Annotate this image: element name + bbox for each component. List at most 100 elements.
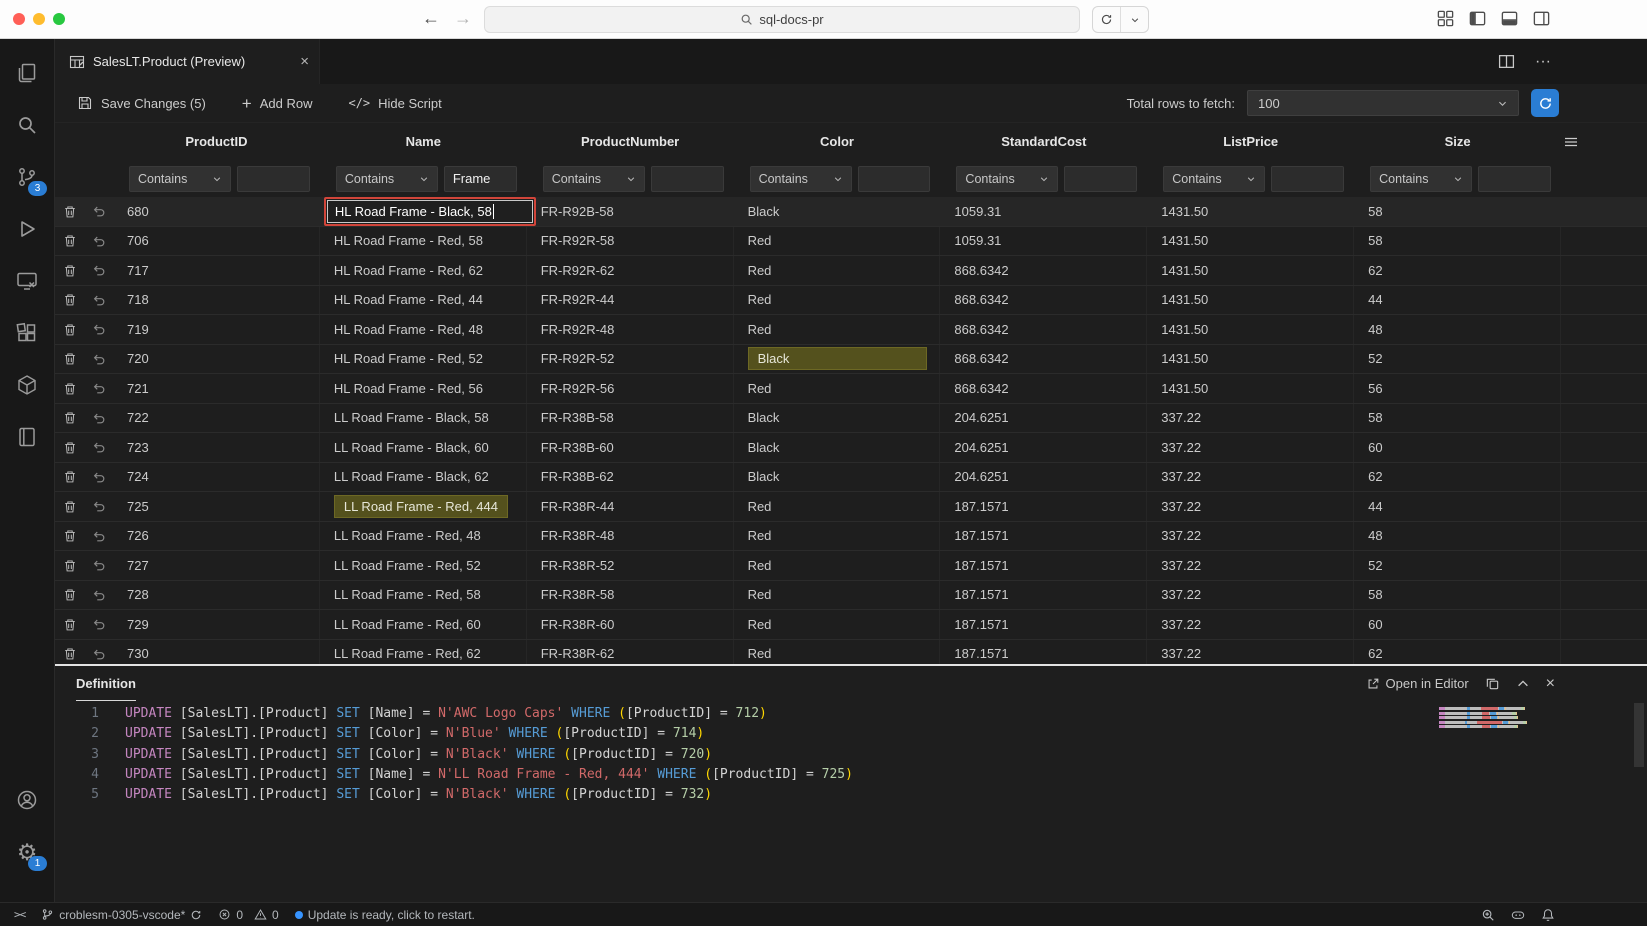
cell-cost[interactable]: 187.1571 xyxy=(940,610,1147,639)
sync-status-icon[interactable] xyxy=(190,909,202,921)
cell-number[interactable]: FR-R92R-44 xyxy=(527,286,734,315)
code-scrollbar[interactable] xyxy=(1634,703,1644,767)
cell-price[interactable]: 337.22 xyxy=(1147,433,1354,462)
delete-row-icon[interactable] xyxy=(55,286,85,315)
cell-size[interactable]: 58 xyxy=(1354,404,1561,433)
column-header-name[interactable]: Name xyxy=(320,123,527,160)
revert-row-icon[interactable] xyxy=(85,551,113,580)
cell-size[interactable]: 60 xyxy=(1354,433,1561,462)
cell-id[interactable]: 720 xyxy=(113,345,320,374)
filter-operator-dropdown[interactable]: Contains xyxy=(1370,166,1472,192)
cell-name[interactable]: LL Road Frame - Black, 60 xyxy=(320,433,527,462)
cell-color[interactable]: Red xyxy=(734,227,941,256)
revert-row-icon[interactable] xyxy=(85,610,113,639)
table-row[interactable]: 722LL Road Frame - Black, 58FR-R38B-58Bl… xyxy=(55,404,1647,434)
run-debug-icon[interactable] xyxy=(0,203,54,255)
cell-color[interactable]: Red xyxy=(734,286,941,315)
cell-id[interactable]: 729 xyxy=(113,610,320,639)
cell-size[interactable]: 62 xyxy=(1354,256,1561,285)
toggle-panel-icon[interactable] xyxy=(1500,9,1519,28)
cell-id[interactable]: 727 xyxy=(113,551,320,580)
copilot-icon[interactable] xyxy=(1510,907,1526,923)
update-ready-indicator[interactable]: Update is ready, click to restart. xyxy=(295,908,475,922)
cell-size[interactable]: 52 xyxy=(1354,345,1561,374)
cell-color[interactable]: Black xyxy=(734,433,941,462)
split-editor-icon[interactable] xyxy=(1498,53,1515,70)
filter-value-input[interactable] xyxy=(651,166,724,192)
cell-id[interactable]: 717 xyxy=(113,256,320,285)
cell-id[interactable]: 725 xyxy=(113,492,320,521)
settings-gear-icon[interactable]: ⚙ 1 xyxy=(0,826,54,878)
cell-name[interactable]: HL Road Frame - Red, 52 xyxy=(320,345,527,374)
cell-cost[interactable]: 187.1571 xyxy=(940,522,1147,551)
cell-cost[interactable]: 187.1571 xyxy=(940,492,1147,521)
filter-operator-dropdown[interactable]: Contains xyxy=(129,166,231,192)
cell-name[interactable]: HL Road Frame - Red, 56 xyxy=(320,374,527,403)
cell-price[interactable]: 1431.50 xyxy=(1147,256,1354,285)
sync-icon[interactable] xyxy=(1093,7,1120,32)
cell-name[interactable]: HL Road Frame - Black, 58 xyxy=(320,197,527,226)
column-header-color[interactable]: Color xyxy=(734,123,941,160)
revert-row-icon[interactable] xyxy=(85,433,113,462)
remote-indicator[interactable]: >< xyxy=(14,908,25,921)
revert-row-icon[interactable] xyxy=(85,315,113,344)
cell-color[interactable]: Black xyxy=(734,345,941,374)
cell-cost[interactable]: 868.6342 xyxy=(940,256,1147,285)
delete-row-icon[interactable] xyxy=(55,551,85,580)
cell-cost[interactable]: 187.1571 xyxy=(940,640,1147,665)
cell-number[interactable]: FR-R92R-56 xyxy=(527,374,734,403)
cell-color[interactable]: Red xyxy=(734,610,941,639)
tab-saleslt-product[interactable]: SalesLT.Product (Preview) × xyxy=(55,39,320,84)
cell-cost[interactable]: 868.6342 xyxy=(940,345,1147,374)
cell-name[interactable]: LL Road Frame - Red, 48 xyxy=(320,522,527,551)
table-row[interactable]: 730LL Road Frame - Red, 62FR-R38R-62Red1… xyxy=(55,640,1647,665)
cell-color[interactable]: Red xyxy=(734,551,941,580)
cell-number[interactable]: FR-R38R-58 xyxy=(527,581,734,610)
delete-row-icon[interactable] xyxy=(55,197,85,226)
cell-number[interactable]: FR-R38R-48 xyxy=(527,522,734,551)
cell-name[interactable]: LL Road Frame - Black, 58 xyxy=(320,404,527,433)
revert-row-icon[interactable] xyxy=(85,374,113,403)
cell-size[interactable]: 58 xyxy=(1354,227,1561,256)
revert-row-icon[interactable] xyxy=(85,256,113,285)
delete-row-icon[interactable] xyxy=(55,345,85,374)
filter-value-input[interactable] xyxy=(858,166,931,192)
cell-editor[interactable]: HL Road Frame - Black, 58 xyxy=(324,197,536,226)
delete-row-icon[interactable] xyxy=(55,492,85,521)
delete-row-icon[interactable] xyxy=(55,522,85,551)
total-rows-select[interactable]: 100 xyxy=(1247,90,1519,116)
cell-size[interactable]: 56 xyxy=(1354,374,1561,403)
cell-color[interactable]: Red xyxy=(734,492,941,521)
cell-name[interactable]: LL Road Frame - Red, 58 xyxy=(320,581,527,610)
cell-id[interactable]: 726 xyxy=(113,522,320,551)
cell-name[interactable]: LL Road Frame - Red, 62 xyxy=(320,640,527,665)
table-row[interactable]: 720HL Road Frame - Red, 52FR-R92R-52Blac… xyxy=(55,345,1647,375)
cell-price[interactable]: 1431.50 xyxy=(1147,374,1354,403)
open-in-editor-button[interactable]: Open in Editor xyxy=(1366,676,1469,691)
column-header-standardcost[interactable]: StandardCost xyxy=(940,123,1147,160)
cell-color[interactable]: Red xyxy=(734,522,941,551)
filter-operator-dropdown[interactable]: Contains xyxy=(750,166,852,192)
collapse-panel-icon[interactable] xyxy=(1516,677,1530,691)
revert-row-icon[interactable] xyxy=(85,345,113,374)
filter-value-input[interactable] xyxy=(1064,166,1137,192)
cell-number[interactable]: FR-R38B-62 xyxy=(527,463,734,492)
forward-icon[interactable]: → xyxy=(454,6,472,30)
database-projects-icon[interactable] xyxy=(0,359,54,411)
cell-id[interactable]: 680 xyxy=(113,197,320,226)
revert-row-icon[interactable] xyxy=(85,492,113,521)
revert-row-icon[interactable] xyxy=(85,640,113,665)
revert-row-icon[interactable] xyxy=(85,522,113,551)
cell-number[interactable]: FR-R92R-58 xyxy=(527,227,734,256)
cell-size[interactable]: 48 xyxy=(1354,522,1561,551)
sync-split-button[interactable] xyxy=(1092,6,1149,33)
cell-id[interactable]: 723 xyxy=(113,433,320,462)
delete-row-icon[interactable] xyxy=(55,463,85,492)
more-actions-icon[interactable]: ··· xyxy=(1535,53,1551,71)
cell-price[interactable]: 1431.50 xyxy=(1147,227,1354,256)
cell-cost[interactable]: 187.1571 xyxy=(940,581,1147,610)
filter-operator-dropdown[interactable]: Contains xyxy=(336,166,438,192)
panel-tab-definition[interactable]: Definition xyxy=(76,666,136,701)
cell-name[interactable]: LL Road Frame - Red, 444 xyxy=(320,492,527,521)
cell-cost[interactable]: 204.6251 xyxy=(940,404,1147,433)
